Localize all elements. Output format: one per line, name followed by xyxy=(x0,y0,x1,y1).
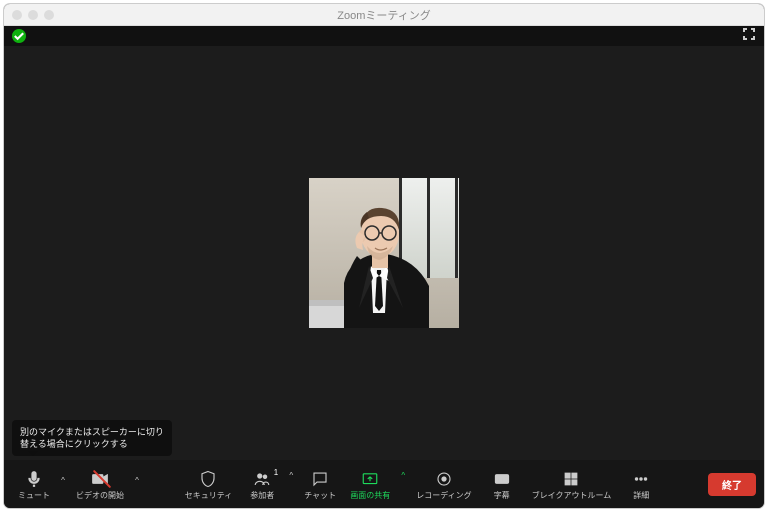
breakout-icon xyxy=(562,468,580,490)
titlebar: Zoomミーティング xyxy=(4,4,764,26)
share-options-caret[interactable]: ^ xyxy=(398,471,408,498)
breakout-rooms-button[interactable]: ブレイクアウトルーム xyxy=(526,466,618,503)
participants-button[interactable]: 1 参加者 xyxy=(240,466,284,503)
end-meeting-button[interactable]: 終了 xyxy=(708,473,756,496)
status-bar xyxy=(4,26,764,46)
share-screen-icon xyxy=(361,468,379,490)
participant-avatar xyxy=(309,178,459,328)
more-label: 詳細 xyxy=(633,490,649,501)
start-video-button[interactable]: ビデオの開始 xyxy=(70,466,130,503)
shield-icon xyxy=(199,468,217,490)
chat-icon xyxy=(311,468,329,490)
breakout-label: ブレイクアウトルーム xyxy=(532,490,612,501)
video-options-caret[interactable]: ^ xyxy=(132,466,142,503)
share-screen-button[interactable]: 画面の共有 xyxy=(344,466,396,503)
mute-button[interactable]: ミュート xyxy=(12,466,56,503)
encryption-shield-icon[interactable] xyxy=(12,29,26,43)
security-label: セキュリティ xyxy=(185,490,233,501)
svg-text:CC: CC xyxy=(498,477,506,483)
video-icon xyxy=(91,468,109,490)
record-button[interactable]: レコーディング xyxy=(410,466,477,503)
audio-switch-tooltip: 別のマイクまたはスピーカーに切り 替える場合にクリックする xyxy=(12,420,172,456)
security-button[interactable]: セキュリティ xyxy=(179,466,239,503)
participants-count: 1 xyxy=(274,468,278,477)
participants-icon xyxy=(253,468,271,490)
video-label: ビデオの開始 xyxy=(76,490,124,501)
meeting-toolbar: ミュート ^ ビデオの開始 ^ セキュリテ xyxy=(4,460,764,508)
microphone-icon xyxy=(25,468,43,490)
zoom-window: Zoomミーティング xyxy=(4,4,764,508)
window-title: Zoomミーティング xyxy=(4,7,764,23)
end-label: 終了 xyxy=(722,481,742,492)
tooltip-line1: 別のマイクまたはスピーカーに切り xyxy=(20,427,164,437)
record-label: レコーディング xyxy=(416,490,471,501)
share-label: 画面の共有 xyxy=(350,490,390,501)
participants-label: 参加者 xyxy=(250,490,274,501)
cc-button[interactable]: CC 字幕 xyxy=(480,466,524,503)
record-icon xyxy=(435,468,453,490)
video-area: 別のマイクまたはスピーカーに切り 替える場合にクリックする xyxy=(4,46,764,460)
participants-options-caret[interactable]: ^ xyxy=(286,471,296,498)
cc-icon: CC xyxy=(493,468,511,490)
fullscreen-icon[interactable] xyxy=(742,27,756,46)
mute-label: ミュート xyxy=(18,490,50,501)
chat-button[interactable]: チャット xyxy=(298,466,342,503)
audio-options-caret[interactable]: ^ xyxy=(58,466,68,503)
chat-label: チャット xyxy=(304,490,336,501)
tooltip-line2: 替える場合にクリックする xyxy=(20,439,128,449)
cc-label: 字幕 xyxy=(494,490,510,501)
more-icon xyxy=(632,468,650,490)
more-button[interactable]: 詳細 xyxy=(619,466,663,503)
